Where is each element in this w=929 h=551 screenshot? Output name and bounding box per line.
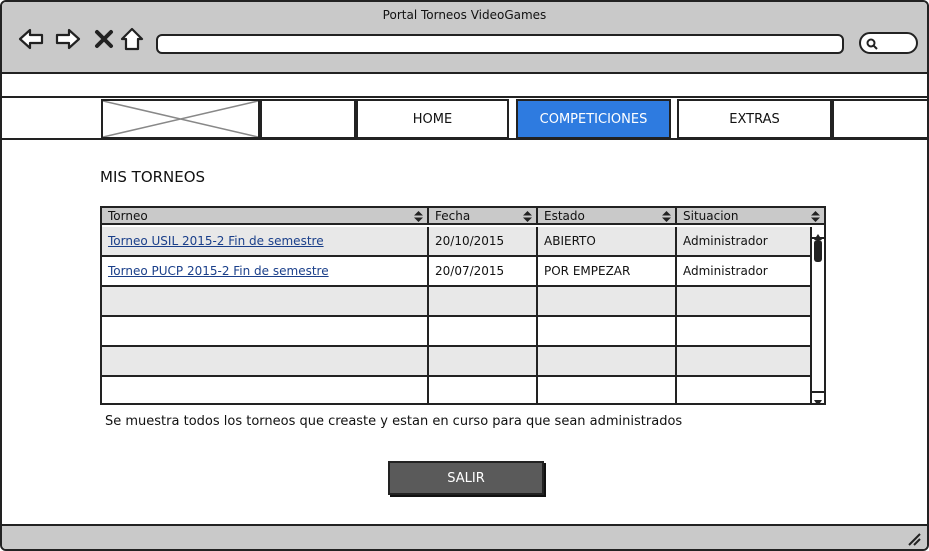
- sort-icon: [811, 211, 820, 222]
- sort-icon: [414, 211, 423, 222]
- nav-extras-label: EXTRAS: [729, 111, 780, 127]
- tournament-link[interactable]: Torneo USIL 2015-2 Fin de semestre: [108, 234, 324, 248]
- cell-torneo: Torneo PUCP 2015-2 Fin de semestre: [102, 257, 429, 285]
- table-header: Torneo Fecha Estado Situacion: [102, 208, 824, 225]
- status-bar: [2, 524, 927, 549]
- column-header-situacion[interactable]: Situacion: [677, 208, 824, 225]
- column-header-label: Situacion: [683, 209, 739, 223]
- sort-icon: [523, 211, 532, 222]
- column-header-label: Torneo: [108, 209, 148, 223]
- logo-placeholder: [101, 99, 260, 139]
- cell-empty: [538, 347, 677, 375]
- scroll-up-icon[interactable]: [812, 227, 824, 240]
- table-note: Se muestra todos los torneos que creaste…: [105, 414, 683, 429]
- cell-empty: [429, 377, 538, 403]
- top-nav: HOME COMPETICIONES EXTRAS: [2, 98, 927, 140]
- forward-icon[interactable]: [55, 26, 81, 52]
- column-header-estado[interactable]: Estado: [538, 208, 677, 225]
- back-icon[interactable]: [18, 26, 44, 52]
- home-icon[interactable]: [119, 26, 145, 52]
- spacer-bar: [2, 76, 927, 98]
- cell-empty: [538, 377, 677, 403]
- nav-home-label: HOME: [412, 111, 453, 127]
- table-row-empty: [102, 317, 810, 347]
- cell-empty: [102, 347, 429, 375]
- column-header-torneo[interactable]: Torneo: [102, 208, 429, 225]
- column-header-label: Fecha: [435, 209, 471, 223]
- cell-empty: [102, 287, 429, 315]
- tournament-link[interactable]: Torneo PUCP 2015-2 Fin de semestre: [108, 264, 329, 278]
- scroll-thumb[interactable]: [814, 240, 822, 262]
- table-row-empty: [102, 347, 810, 377]
- nav-extras[interactable]: EXTRAS: [677, 99, 832, 139]
- cell-empty: [538, 287, 677, 315]
- nav-empty-cell: [832, 99, 927, 139]
- cell-situacion: Administrador: [683, 234, 768, 248]
- url-bar[interactable]: [156, 34, 844, 54]
- table-scrollbar[interactable]: [810, 227, 824, 403]
- cell-empty: [429, 347, 538, 375]
- column-header-label: Estado: [544, 209, 585, 223]
- cell-empty: [102, 317, 429, 345]
- cell-fecha: 20/10/2015: [429, 227, 538, 255]
- search-icon: [866, 38, 878, 50]
- cell-empty: [538, 317, 677, 345]
- cell-situacion: Administrador: [683, 264, 768, 278]
- table-row-empty: [102, 377, 810, 403]
- page-title: MIS TORNEOS: [100, 168, 206, 186]
- nav-empty-cell: [260, 99, 356, 139]
- nav-competiciones[interactable]: COMPETICIONES: [516, 99, 671, 139]
- cell-estado: ABIERTO: [538, 227, 677, 255]
- cell-empty: [429, 317, 538, 345]
- exit-button[interactable]: SALIR: [388, 461, 544, 495]
- table-row[interactable]: Torneo USIL 2015-2 Fin de semestre 20/10…: [102, 227, 810, 257]
- scroll-down-icon[interactable]: [812, 391, 824, 403]
- browser-chrome: Portal Torneos VideoGames: [2, 2, 927, 74]
- cell-torneo: Torneo USIL 2015-2 Fin de semestre: [102, 227, 429, 255]
- window-title: Portal Torneos VideoGames: [382, 8, 547, 22]
- close-icon[interactable]: [91, 26, 117, 52]
- nav-home[interactable]: HOME: [356, 99, 509, 139]
- search-box[interactable]: [859, 32, 918, 54]
- table-row[interactable]: Torneo PUCP 2015-2 Fin de semestre 20/07…: [102, 257, 810, 287]
- browser-window: Portal Torneos VideoGames HOME COMPETICI…: [0, 0, 929, 551]
- sort-icon: [662, 211, 671, 222]
- tournaments-table: Torneo Fecha Estado Situacion Torneo USI…: [100, 206, 826, 405]
- cell-empty: [429, 287, 538, 315]
- column-header-fecha[interactable]: Fecha: [429, 208, 538, 225]
- cell-empty: [102, 377, 429, 403]
- nav-competiciones-label: COMPETICIONES: [539, 111, 648, 127]
- resize-icon[interactable]: [907, 532, 921, 546]
- cell-fecha: 20/07/2015: [429, 257, 538, 285]
- cell-estado: POR EMPEZAR: [538, 257, 677, 285]
- table-row-empty: [102, 287, 810, 317]
- exit-button-label: SALIR: [447, 470, 485, 486]
